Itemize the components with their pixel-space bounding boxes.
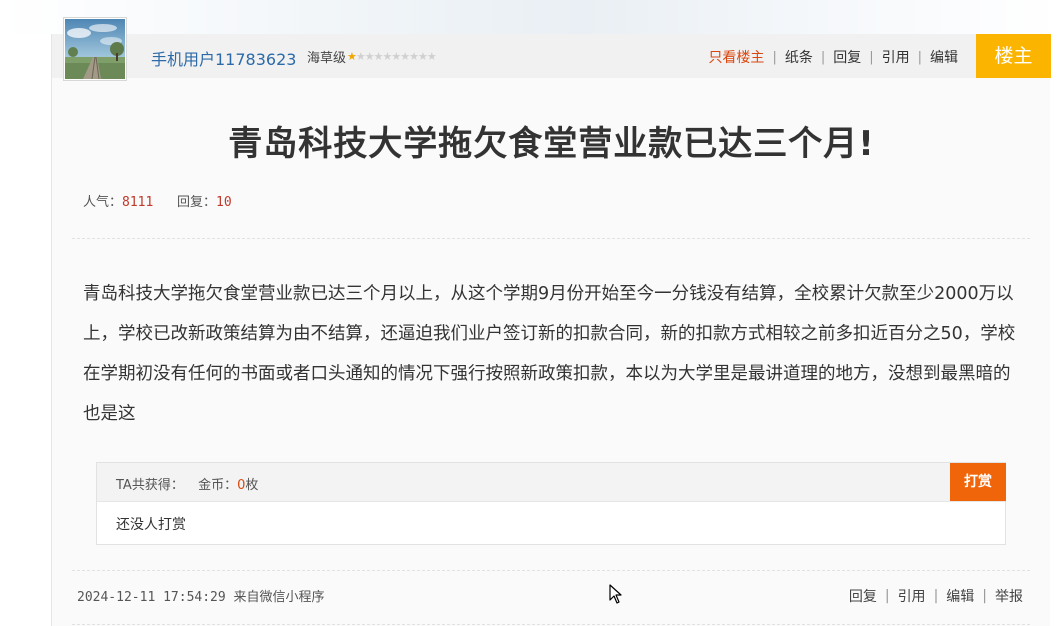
footer-reply-link[interactable]: 回复 xyxy=(841,586,885,606)
star-icon: ★ xyxy=(382,49,393,63)
avatar-image xyxy=(65,19,125,79)
cursor-icon xyxy=(609,584,622,604)
owner-badge: 楼主 xyxy=(976,34,1051,78)
quote-link[interactable]: 引用 xyxy=(874,47,918,67)
footer-actions: 回复 | 引用 | 编辑 | 举报 xyxy=(841,586,1023,606)
star-icon: ★ xyxy=(373,49,384,63)
replies-count: 10 xyxy=(216,195,232,210)
reward-box: TA共获得： 金币：0枚 打赏 还没人打赏 xyxy=(96,462,1006,545)
post-stats: 人气：8111 回复：10 xyxy=(83,191,232,210)
level-label: 海草级 xyxy=(307,51,347,66)
post-title: 青岛科技大学拖欠食堂营业款已达三个月! xyxy=(228,124,875,164)
post-timestamp: 2024-12-11 17:54:29 xyxy=(77,590,226,605)
post-source: 来自微信小程序 xyxy=(233,590,325,605)
star-icon: ★ xyxy=(426,49,437,63)
reward-summary: TA共获得： 金币：0枚 xyxy=(116,474,258,493)
post-meta: 2024-12-11 17:54:29 来自微信小程序 xyxy=(77,586,325,605)
divider xyxy=(72,238,1030,239)
replies-label: 回复： xyxy=(176,195,216,210)
star-icon: ★ xyxy=(400,49,410,63)
only-owner-link[interactable]: 只看楼主 xyxy=(700,47,772,67)
star-icon: ★ xyxy=(409,49,419,63)
page-top-background xyxy=(0,0,1060,34)
post-container: 手机用户11783623 海草级 ★ ★ ★ ★ ★ ★ ★ ★ ★ ★ 只看楼主 | 纸条 | … xyxy=(51,17,1051,626)
note-link[interactable]: 纸条 xyxy=(777,47,821,67)
star-icon: ★ xyxy=(391,49,401,63)
star-icon: ★ xyxy=(355,49,366,63)
star-icon: ★ xyxy=(418,49,428,63)
post-header: 手机用户11783623 海草级 ★ ★ ★ ★ ★ ★ ★ ★ ★ ★ 只看楼主 | 纸条 | … xyxy=(52,17,1051,81)
post-actions: 只看楼主 | 纸条 | 回复 | 引用 | 编辑 xyxy=(700,47,966,67)
avatar[interactable] xyxy=(63,17,127,81)
reply-link[interactable]: 回复 xyxy=(825,47,869,67)
footer-quote-link[interactable]: 引用 xyxy=(890,586,934,606)
reward-coin-unit: 枚 xyxy=(245,478,259,493)
reward-empty-text: 还没人打赏 xyxy=(116,517,186,533)
divider xyxy=(72,570,1030,571)
page-left-margin xyxy=(0,34,51,626)
popularity-count: 8111 xyxy=(122,195,154,210)
star-icon: ★ xyxy=(347,49,357,63)
popularity-label: 人气： xyxy=(83,195,123,210)
edit-link[interactable]: 编辑 xyxy=(922,47,966,67)
level-stars: ★ ★ ★ ★ ★ ★ ★ ★ ★ ★ xyxy=(347,49,437,63)
reward-header: TA共获得： 金币：0枚 打赏 xyxy=(97,463,1006,502)
reward-coin-label: 金币： xyxy=(198,478,238,493)
username-link[interactable]: 手机用户11783623 xyxy=(151,46,296,70)
divider xyxy=(72,624,1030,625)
footer-edit-link[interactable]: 编辑 xyxy=(938,586,982,606)
user-level: 海草级 ★ ★ ★ ★ ★ ★ ★ ★ ★ ★ xyxy=(307,47,437,66)
footer-report-link[interactable]: 举报 xyxy=(987,586,1023,606)
star-icon: ★ xyxy=(364,49,375,63)
post-content: 青岛科技大学拖欠食堂营业款已达三个月以上，从这个学期9月份开始至今一分钱没有结算… xyxy=(83,284,1016,424)
reward-button[interactable]: 打赏 xyxy=(950,463,1006,501)
reward-received-label: TA共获得： xyxy=(116,478,184,493)
